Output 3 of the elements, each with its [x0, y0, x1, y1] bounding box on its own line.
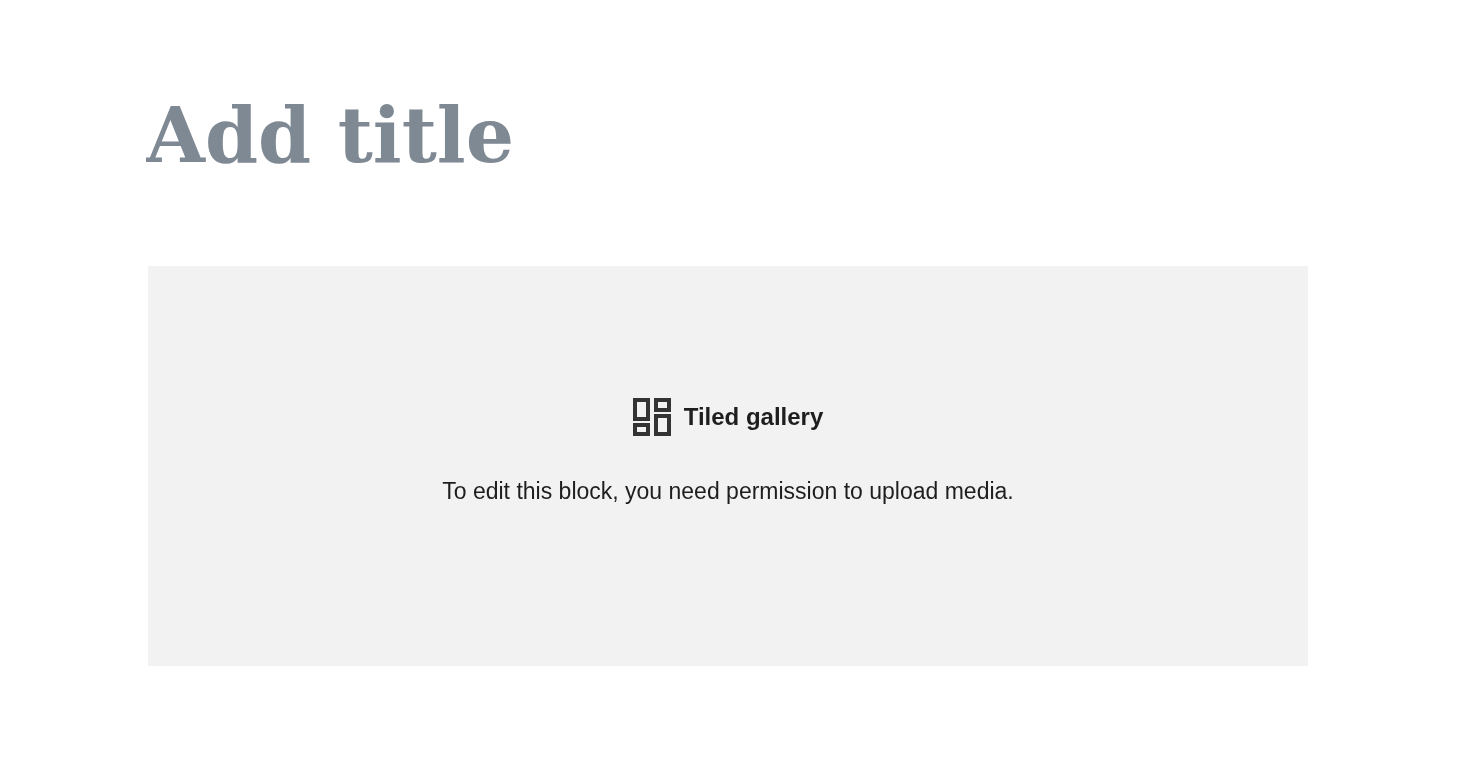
block-label: Tiled gallery — [683, 402, 824, 432]
permission-message: To edit this block, you need permission to upload media. — [442, 477, 1014, 506]
gallery-icon — [632, 398, 671, 436]
